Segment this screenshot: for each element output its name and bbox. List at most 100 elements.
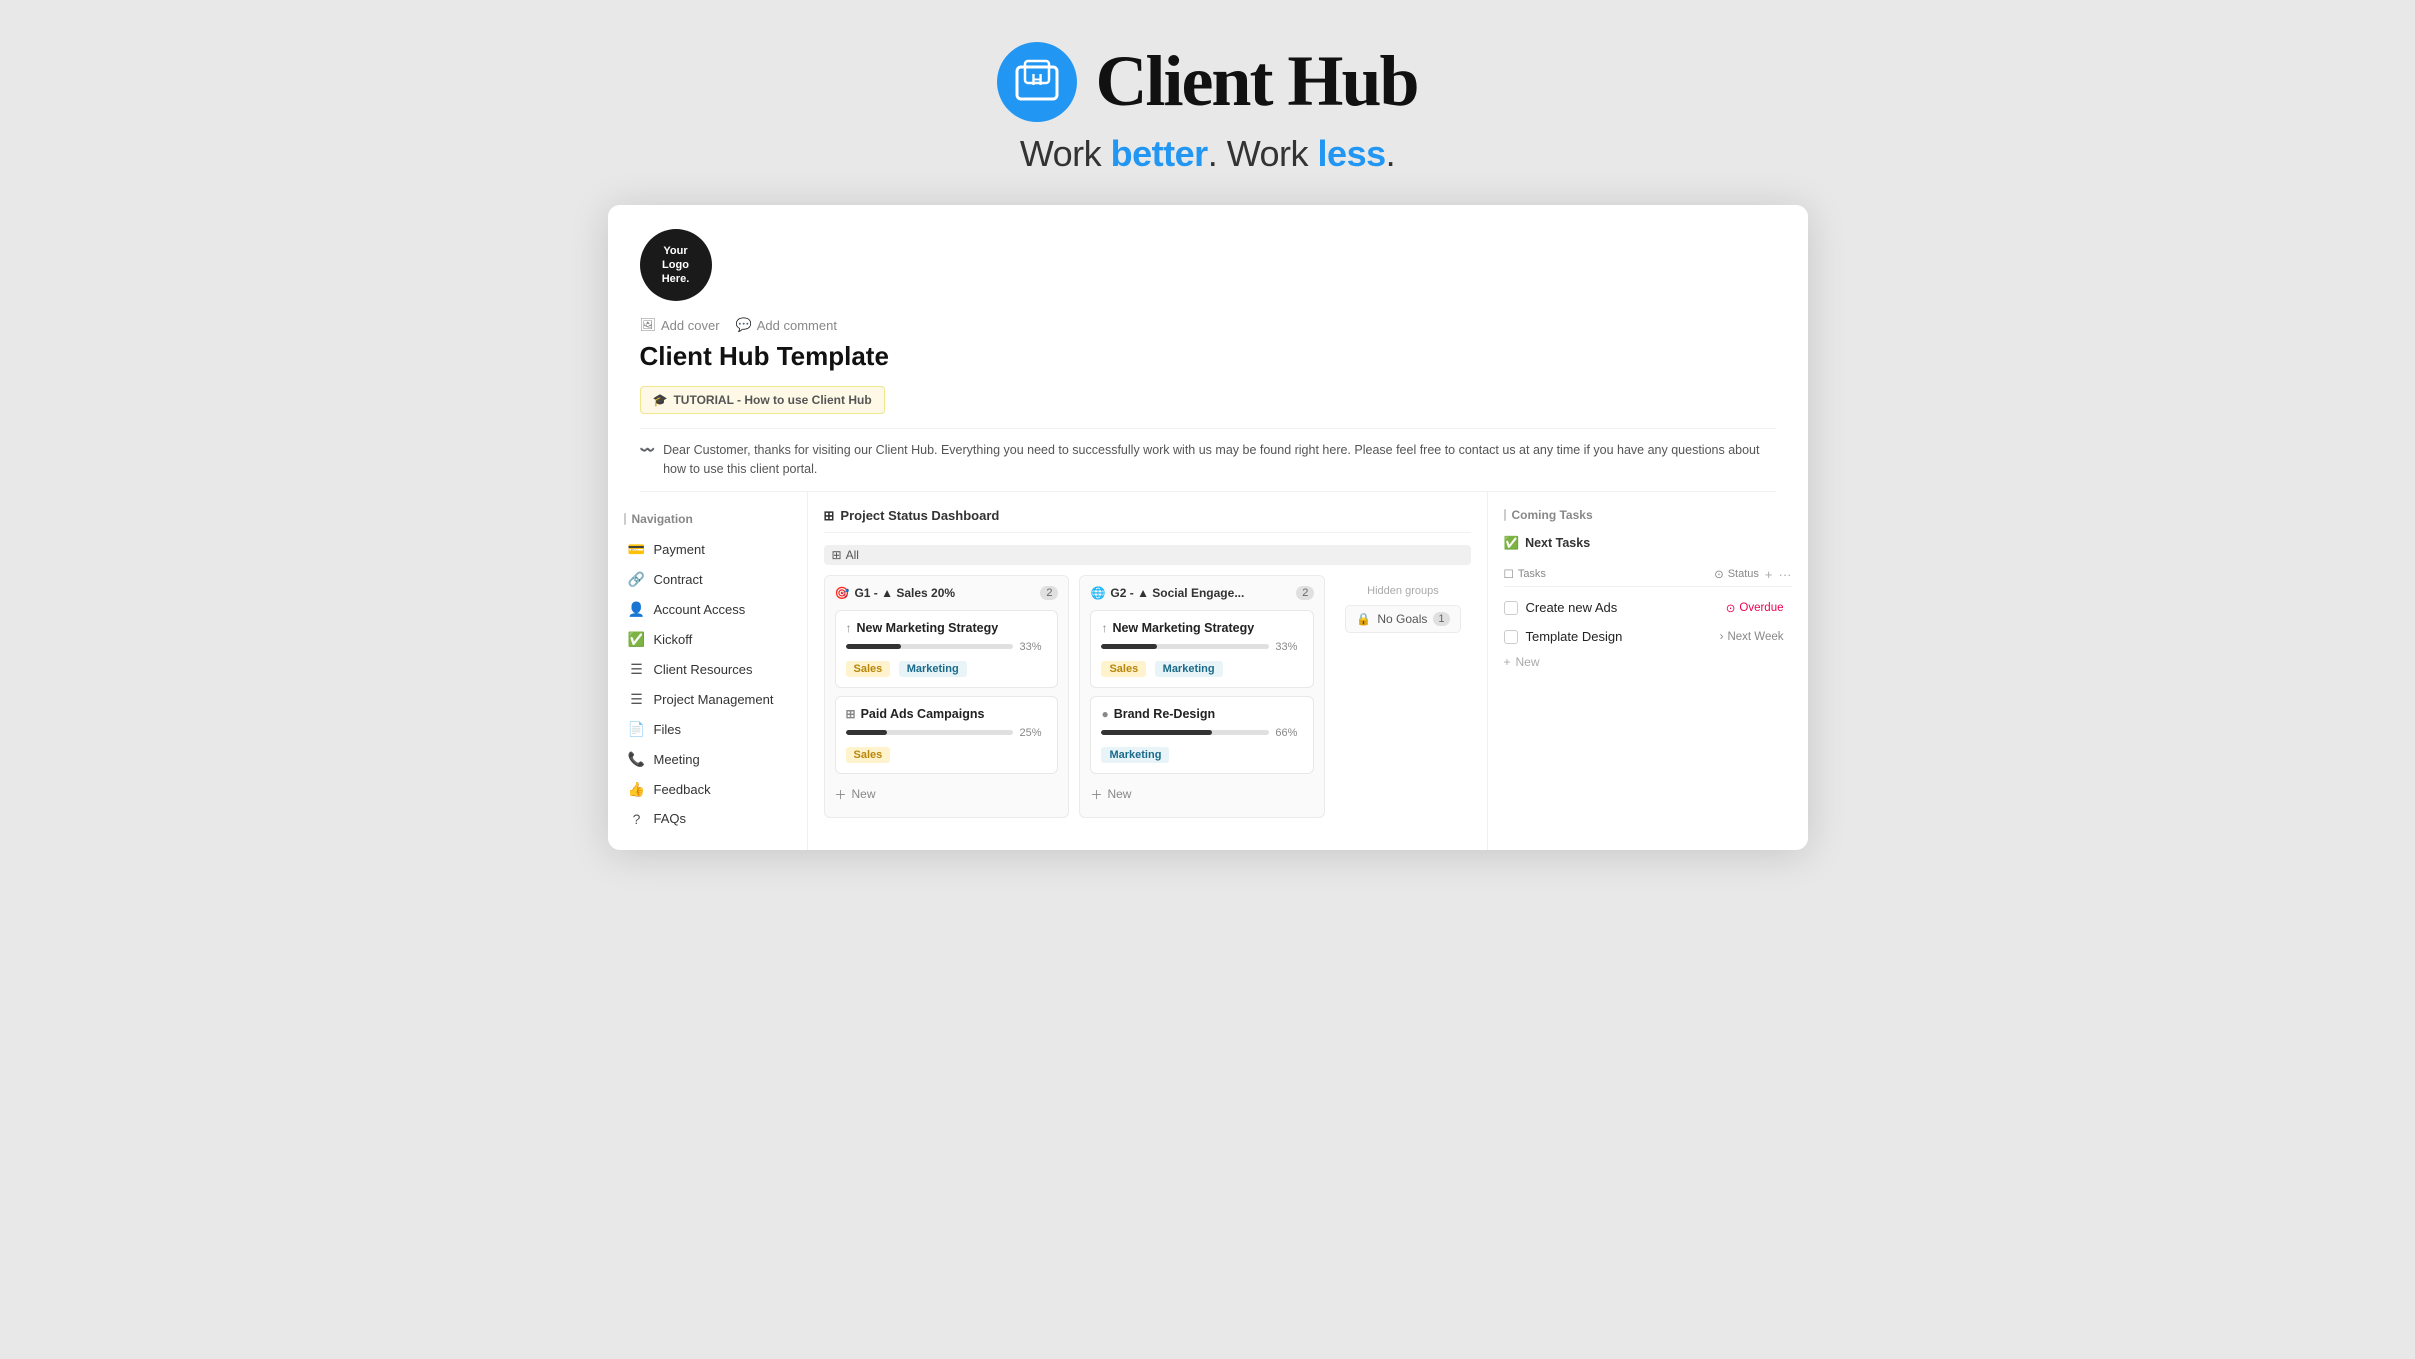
overdue-icon: ⊙	[1726, 601, 1736, 615]
trend-up-icon: ↑	[846, 621, 852, 635]
image-icon: 🖼	[640, 317, 657, 333]
project-dashboard: ⊞ Project Status Dashboard ⊞ All 🎯 G1 - …	[808, 492, 1488, 850]
plus-icon: ＋	[1090, 786, 1102, 803]
card-tags: Sales	[846, 745, 1048, 763]
check-icon: ✅	[628, 631, 646, 648]
svg-text:H: H	[1032, 72, 1044, 89]
payment-icon: 💳	[628, 541, 646, 558]
tag-sales: Sales	[846, 661, 891, 677]
view-all-toggle[interactable]: ⊞ All	[824, 545, 1471, 565]
sidebar-item-faqs[interactable]: ? FAQs	[612, 805, 803, 833]
plus-icon: ＋	[835, 786, 847, 803]
card-tags: Sales Marketing	[846, 659, 1048, 677]
sidebar-item-client-resources[interactable]: ☰ Client Resources	[612, 655, 803, 684]
card-tags: Sales Marketing	[1101, 659, 1303, 677]
next-tasks-tab[interactable]: ✅ Next Tasks	[1504, 532, 1792, 555]
grid-icon: ☰	[628, 691, 646, 708]
kanban-card[interactable]: ● Brand Re-Design 66% Marketing	[1090, 696, 1314, 774]
question-icon: ?	[628, 811, 646, 827]
table-icon: ⊞	[824, 508, 835, 524]
no-goals-item[interactable]: 🔒 No Goals 1	[1345, 605, 1460, 633]
task-row[interactable]: Create new Ads ⊙ Overdue	[1504, 593, 1792, 623]
sidebar-item-kickoff[interactable]: ✅ Kickoff	[612, 625, 803, 654]
sidebar-item-contract[interactable]: 🔗 Contract	[612, 565, 803, 594]
kanban-col-g1-title: 🎯 G1 - ▲ Sales 20%	[835, 586, 956, 600]
kanban-card[interactable]: ↑ New Marketing Strategy 33% Sales Marke…	[1090, 610, 1314, 688]
progress-text: 33%	[1275, 641, 1303, 653]
sidebar-item-payment[interactable]: 💳 Payment	[612, 535, 803, 564]
more-options-button[interactable]: ···	[1779, 567, 1792, 582]
thumbsup-icon: 👍	[628, 781, 646, 798]
kanban-card[interactable]: ↑ New Marketing Strategy 33% Sales Marke…	[835, 610, 1059, 688]
progress-fill	[1101, 730, 1212, 735]
app-header: Your Logo Here. 🖼 Add cover 💬 Add commen…	[608, 205, 1808, 492]
sidebar-item-meeting[interactable]: 📞 Meeting	[612, 745, 803, 774]
dashboard-title: ⊞ Project Status Dashboard	[824, 508, 1000, 524]
phone-icon: 📞	[628, 751, 646, 768]
add-cover-button[interactable]: 🖼 Add cover	[640, 317, 720, 333]
link-icon: 🔗	[628, 571, 646, 588]
branding-header: H Client Hub Work better. Work less.	[997, 40, 1417, 175]
task-left: Template Design	[1504, 629, 1623, 644]
add-col-button[interactable]: +	[1765, 567, 1773, 582]
add-comment-button[interactable]: 💬 Add comment	[736, 317, 837, 333]
card-title: ↑ New Marketing Strategy	[1101, 621, 1303, 635]
kanban-column-g2: 🌐 G2 - ▲ Social Engage... 2 ↑ New Market…	[1079, 575, 1325, 818]
progress-text: 66%	[1275, 727, 1303, 739]
app-content: Navigation 💳 Payment 🔗 Contract 👤 Accoun…	[608, 492, 1808, 850]
progress-bar	[1101, 730, 1269, 735]
tasks-col-label-tasks: ☐ Tasks	[1504, 567, 1546, 581]
card-title: ↑ New Marketing Strategy	[846, 621, 1048, 635]
no-goals-count: 1	[1433, 612, 1449, 626]
user-icon: 👤	[628, 601, 646, 618]
dashboard-header: ⊞ Project Status Dashboard	[824, 508, 1471, 533]
tag-sales: Sales	[1101, 661, 1146, 677]
ads-icon: ⊞	[846, 707, 856, 721]
target-icon: 🎯	[835, 586, 850, 600]
card-title: ● Brand Re-Design	[1101, 707, 1303, 721]
progress-fill	[846, 730, 888, 735]
globe-icon: 🌐	[1090, 586, 1105, 600]
tasks-col-actions: ⊙ Status + ···	[1714, 567, 1791, 582]
task-checkbox[interactable]	[1504, 630, 1518, 644]
kanban-column-g1: 🎯 G1 - ▲ Sales 20% 2 ↑ New Marketing Str…	[824, 575, 1070, 818]
kanban-card[interactable]: ⊞ Paid Ads Campaigns 25% Sales	[835, 696, 1059, 774]
kanban-col-g2-title: 🌐 G2 - ▲ Social Engage...	[1090, 586, 1244, 600]
task-name: Create new Ads	[1526, 600, 1618, 615]
sidebar-item-feedback[interactable]: 👍 Feedback	[612, 775, 803, 804]
design-icon: ●	[1101, 707, 1108, 721]
check-circle-icon: ✅	[1504, 536, 1520, 551]
welcome-message: 〰️ Dear Customer, thanks for visiting ou…	[640, 428, 1776, 492]
progress-bar-wrap: 33%	[846, 641, 1048, 653]
add-new-g1-button[interactable]: ＋ New	[835, 782, 1059, 807]
progress-text: 33%	[1019, 641, 1047, 653]
new-task-button[interactable]: + New	[1504, 655, 1792, 669]
kanban-col-g2-count: 2	[1296, 586, 1314, 600]
status-badge-next-week: › Next Week	[1712, 629, 1792, 645]
coming-tasks-panel: Coming Tasks ✅ Next Tasks ☐ Tasks ⊙ Stat…	[1488, 492, 1808, 850]
sidebar-item-account-access[interactable]: 👤 Account Access	[612, 595, 803, 624]
kanban-board: 🎯 G1 - ▲ Sales 20% 2 ↑ New Marketing Str…	[824, 575, 1471, 818]
coming-tasks-heading: Coming Tasks	[1504, 508, 1792, 522]
sidebar-item-files[interactable]: 📄 Files	[612, 715, 803, 744]
file-icon: 📄	[628, 721, 646, 738]
trend-up-icon: ↑	[1101, 621, 1107, 635]
progress-bar-wrap: 25%	[846, 727, 1048, 739]
progress-bar	[846, 644, 1014, 649]
task-name: Template Design	[1526, 629, 1623, 644]
kanban-col-g2-header: 🌐 G2 - ▲ Social Engage... 2	[1090, 586, 1314, 600]
task-row[interactable]: Template Design › Next Week	[1504, 623, 1792, 651]
task-left: Create new Ads	[1504, 600, 1618, 615]
tutorial-banner[interactable]: 🎓 TUTORIAL - How to use Client Hub	[640, 386, 885, 414]
add-new-g2-button[interactable]: ＋ New	[1090, 782, 1314, 807]
task-checkbox[interactable]	[1504, 601, 1518, 615]
kanban-col-g1-count: 2	[1040, 586, 1058, 600]
card-tags: Marketing	[1101, 745, 1303, 763]
tasks-col-label-status: ⊙ Status	[1714, 567, 1759, 581]
page-title: Client Hub Template	[640, 341, 1776, 372]
progress-fill	[846, 644, 901, 649]
header-actions: 🖼 Add cover 💬 Add comment	[640, 317, 1776, 333]
sidebar-item-project-management[interactable]: ☰ Project Management	[612, 685, 803, 714]
wave-icon: 〰️	[640, 441, 656, 460]
company-logo-placeholder: Your Logo Here.	[640, 229, 712, 301]
